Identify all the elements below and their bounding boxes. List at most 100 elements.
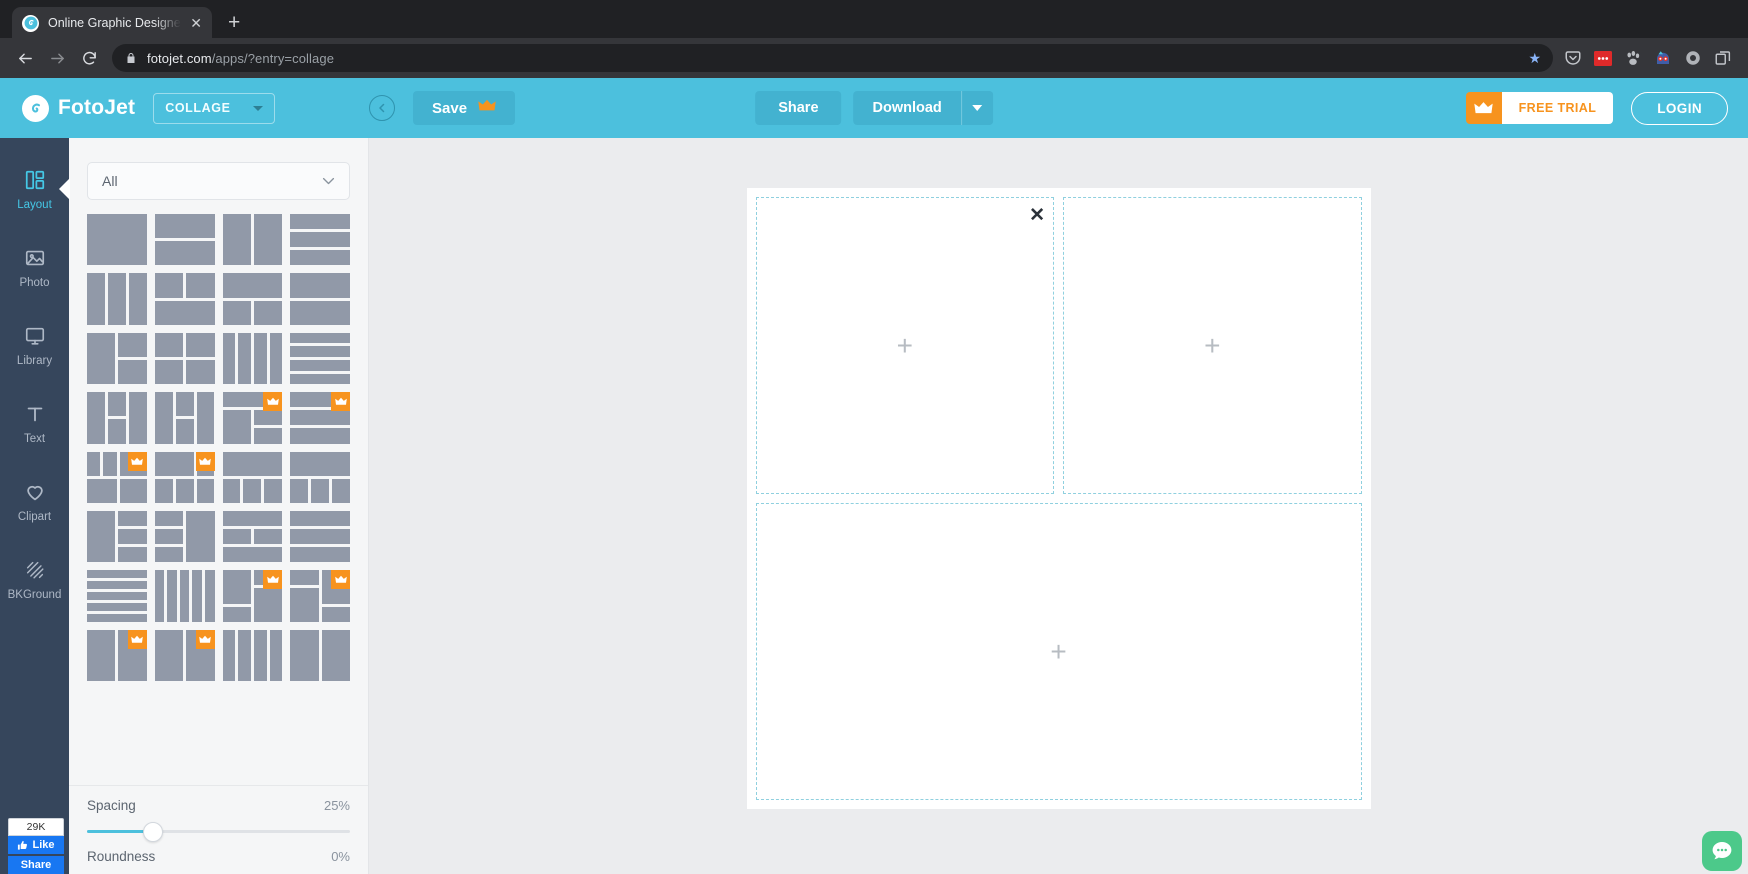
layout-thumbnail[interactable] — [290, 392, 350, 444]
layout-thumbnail[interactable] — [154, 273, 215, 325]
tab-close-icon[interactable]: ✕ — [190, 16, 202, 30]
layout-thumbnail[interactable] — [222, 570, 283, 622]
roundness-label: Roundness — [87, 849, 156, 864]
layout-thumbnail[interactable] — [290, 214, 350, 266]
browser-tab[interactable]: Online Graphic Designer | Collag ✕ — [12, 7, 212, 39]
paw-icon[interactable] — [1623, 49, 1642, 68]
free-trial-button[interactable]: FREE TRIAL — [1465, 92, 1614, 124]
back-icon[interactable] — [10, 43, 40, 73]
layout-thumbnail[interactable] — [154, 392, 215, 444]
layout-cell — [222, 570, 251, 604]
character-icon[interactable] — [1653, 49, 1672, 68]
layout-thumbnail[interactable] — [222, 510, 283, 563]
add-photo-plus-icon[interactable]: + — [1050, 637, 1066, 666]
premium-crown-icon — [263, 570, 283, 590]
layout-cell — [253, 300, 283, 325]
layout-cell — [253, 332, 267, 385]
add-photo-plus-icon[interactable]: + — [1204, 331, 1220, 360]
sidebar-item-layout[interactable]: Layout — [0, 150, 69, 228]
url-text: fotojet.com/apps/?entry=collage — [147, 51, 334, 66]
category-select[interactable]: COLLAGE — [153, 92, 275, 124]
facebook-like-button[interactable]: Like — [8, 836, 64, 854]
tab-copy-icon[interactable] — [1713, 49, 1732, 68]
layout-thumbnail[interactable] — [222, 392, 283, 444]
layout-thumbnail[interactable] — [87, 510, 147, 563]
layout-cell — [154, 451, 194, 476]
layout-thumbnail[interactable] — [87, 214, 147, 266]
fotojet-logo[interactable]: FotoJet — [22, 94, 135, 122]
circle-icon[interactable] — [1683, 49, 1702, 68]
layout-thumbnail[interactable] — [154, 510, 215, 563]
login-button[interactable]: LOGIN — [1631, 91, 1728, 125]
layout-thumbnail[interactable] — [222, 332, 283, 385]
sidebar-item-text[interactable]: Text — [0, 384, 69, 462]
layout-cell — [154, 547, 184, 563]
collage-slot[interactable]: + — [1063, 197, 1362, 494]
layout-thumbnail[interactable] — [87, 332, 147, 385]
reload-icon[interactable] — [74, 43, 104, 73]
layout-cell — [290, 410, 350, 426]
spacing-slider-knob[interactable] — [142, 821, 163, 842]
layout-thumbnail[interactable] — [290, 570, 350, 622]
layout-thumbnail[interactable] — [290, 332, 350, 385]
download-dropdown-button[interactable] — [960, 91, 993, 125]
layout-thumbnail[interactable] — [154, 214, 215, 266]
layout-thumbnail[interactable] — [154, 451, 215, 503]
pocket-icon[interactable] — [1563, 49, 1582, 68]
layout-thumbnail[interactable] — [290, 273, 350, 325]
layout-cell — [128, 273, 147, 325]
forward-icon[interactable] — [42, 43, 72, 73]
layout-cell — [87, 332, 116, 385]
spacing-slider[interactable] — [87, 821, 350, 842]
layout-filter-select[interactable]: All — [87, 162, 350, 200]
layout-cell — [87, 581, 147, 589]
sidebar-item-bkground[interactable]: BKGround — [0, 540, 69, 618]
premium-crown-icon — [331, 570, 350, 590]
bookmark-star-icon[interactable]: ★ — [1528, 50, 1541, 67]
sidebar-item-clipart[interactable]: Clipart — [0, 462, 69, 540]
download-button[interactable]: Download — [853, 91, 961, 125]
close-icon[interactable]: ✕ — [1029, 206, 1045, 225]
layout-thumbnail[interactable] — [222, 629, 283, 681]
fotojet-favicon-icon — [22, 14, 39, 32]
premium-crown-icon — [263, 392, 283, 412]
layout-thumbnail[interactable] — [87, 629, 147, 681]
sidebar-item-photo[interactable]: Photo — [0, 228, 69, 306]
layout-thumbnail[interactable] — [222, 273, 283, 325]
layout-thumbnail[interactable] — [290, 451, 350, 503]
layout-cell — [204, 570, 215, 622]
canvas-area[interactable]: + ✕ + + — [369, 138, 1748, 874]
layout-thumbnail[interactable] — [222, 214, 283, 266]
layout-panel-scroll[interactable]: All — [69, 138, 368, 785]
layout-cell — [332, 478, 350, 503]
text-icon — [24, 402, 46, 426]
chevron-down-icon — [252, 105, 263, 111]
layout-thumbnail[interactable] — [154, 629, 215, 681]
back-arrow-icon[interactable] — [369, 95, 395, 121]
sidebar-item-library[interactable]: Library — [0, 306, 69, 384]
layout-cell — [290, 232, 350, 248]
chat-widget-button[interactable] — [1702, 831, 1742, 871]
add-photo-plus-icon[interactable]: + — [897, 331, 913, 360]
layout-thumbnail[interactable] — [87, 570, 147, 622]
layout-thumbnail[interactable] — [87, 273, 147, 325]
layout-cell — [196, 478, 215, 503]
layout-thumbnail[interactable] — [87, 392, 147, 444]
share-button[interactable]: Share — [755, 91, 842, 125]
layout-thumbnail[interactable] — [87, 451, 147, 503]
layout-thumbnail[interactable] — [290, 629, 350, 681]
layout-thumbnail[interactable] — [222, 451, 283, 503]
facebook-share-button[interactable]: Share — [8, 856, 64, 874]
layout-thumbnail[interactable] — [290, 510, 350, 563]
collage-slot[interactable]: + — [755, 503, 1362, 800]
collage-slot[interactable]: + ✕ — [755, 197, 1054, 494]
address-bar[interactable]: fotojet.com/apps/?entry=collage ★ — [112, 44, 1553, 72]
tool-rail: Layout Photo Library Text Clipart BKGrou… — [0, 138, 69, 874]
save-button[interactable]: Save — [413, 91, 516, 125]
new-tab-button[interactable]: + — [228, 12, 240, 33]
layout-cell — [154, 392, 173, 444]
adblock-icon[interactable] — [1593, 49, 1612, 68]
layout-cell — [154, 510, 184, 526]
layout-thumbnail[interactable] — [154, 332, 215, 385]
layout-thumbnail[interactable] — [154, 570, 215, 622]
